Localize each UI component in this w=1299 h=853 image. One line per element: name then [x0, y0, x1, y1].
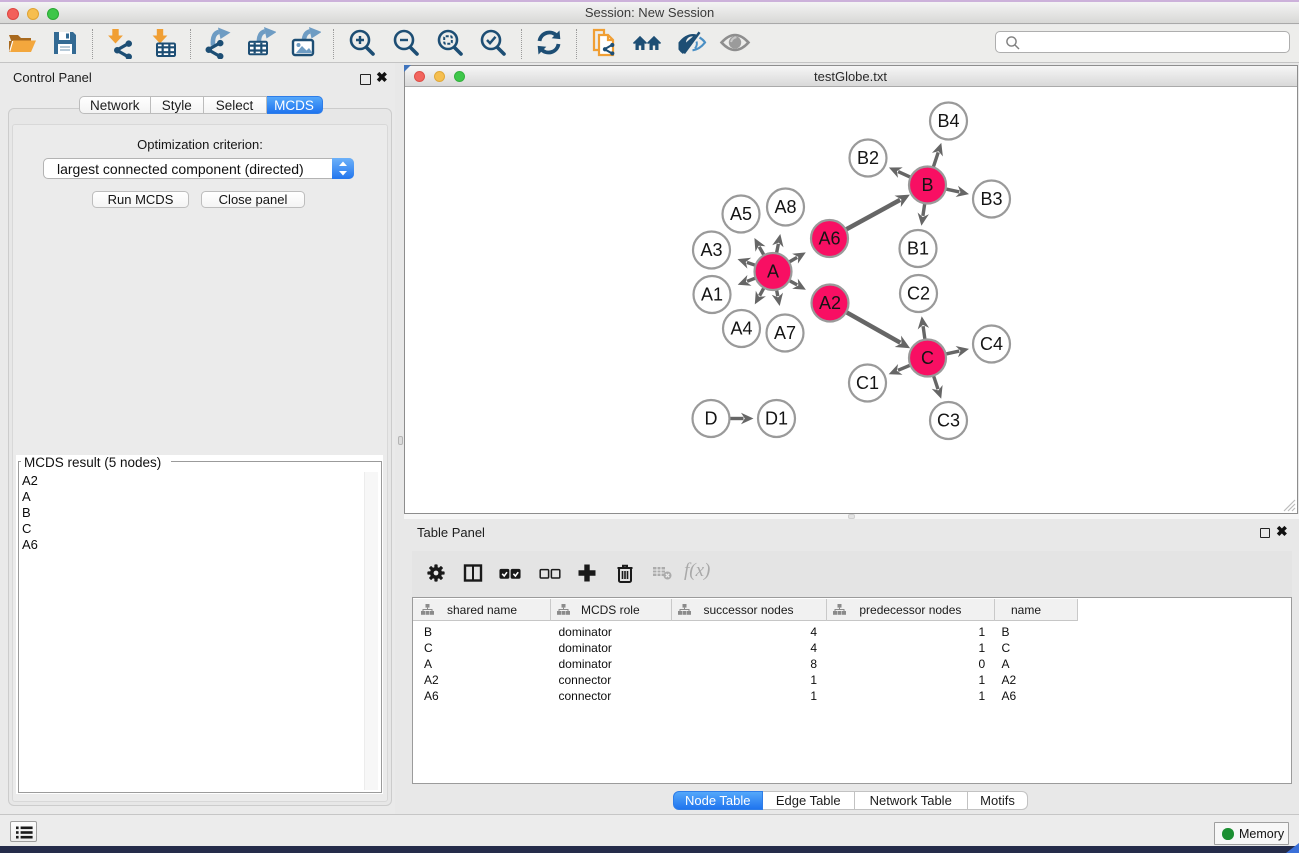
svg-text:B2: B2 — [856, 148, 878, 168]
svg-text:B1: B1 — [906, 238, 928, 258]
svg-text:A: A — [766, 261, 778, 281]
svg-text:B3: B3 — [980, 189, 1002, 209]
svg-text:D1: D1 — [764, 408, 787, 428]
svg-text:A1: A1 — [700, 284, 722, 304]
svg-text:A2: A2 — [818, 293, 840, 313]
svg-text:D: D — [704, 408, 717, 428]
svg-text:A3: A3 — [700, 240, 722, 260]
svg-text:A5: A5 — [729, 204, 751, 224]
svg-text:A4: A4 — [730, 318, 752, 338]
svg-text:C: C — [921, 348, 934, 368]
svg-text:A8: A8 — [774, 197, 796, 217]
svg-text:C1: C1 — [855, 373, 878, 393]
svg-text:A6: A6 — [818, 228, 840, 248]
svg-text:C2: C2 — [906, 283, 929, 303]
svg-text:C4: C4 — [979, 334, 1002, 354]
svg-text:B4: B4 — [937, 111, 959, 131]
svg-text:C3: C3 — [936, 410, 959, 430]
svg-text:A7: A7 — [773, 323, 795, 343]
svg-text:B: B — [921, 175, 933, 195]
